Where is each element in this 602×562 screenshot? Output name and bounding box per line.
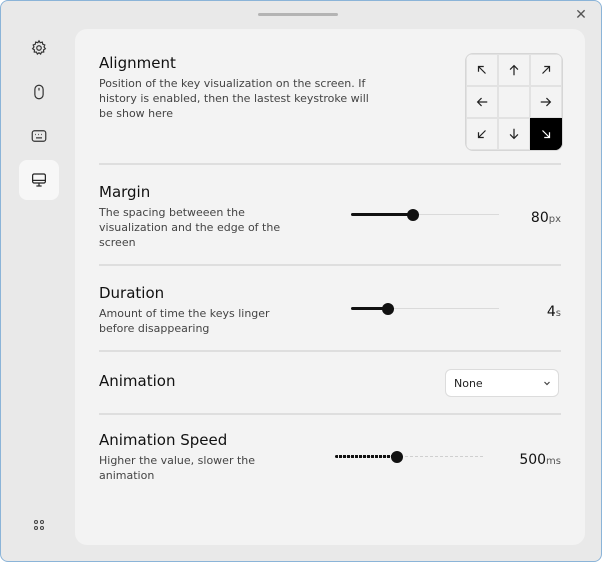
- divider: [99, 350, 561, 352]
- align-middle-left[interactable]: [466, 86, 498, 118]
- align-top-center[interactable]: [498, 54, 530, 86]
- duration-value-unit: s: [555, 308, 561, 319]
- align-bottom-center[interactable]: [498, 118, 530, 150]
- sidebar-item-display[interactable]: [19, 160, 59, 200]
- align-top-left[interactable]: [466, 54, 498, 86]
- close-button[interactable]: ✕: [573, 7, 589, 23]
- margin-value: 80px: [505, 207, 561, 226]
- arrow-up-icon: [509, 64, 519, 76]
- duration-description: Amount of time the keys linger before di…: [99, 307, 270, 335]
- duration-value-number: 4: [546, 304, 556, 320]
- align-bottom-right[interactable]: [530, 118, 562, 150]
- slider-knob[interactable]: [382, 303, 394, 315]
- animation-select[interactable]: None: [445, 369, 559, 397]
- animation-select-value: None: [454, 377, 483, 390]
- drag-handle[interactable]: [258, 13, 338, 16]
- duration-slider[interactable]: [351, 302, 499, 316]
- align-middle-right[interactable]: [530, 86, 562, 118]
- arrow-up-right-icon: [542, 65, 551, 74]
- duration-title: Duration: [99, 284, 165, 302]
- align-center[interactable]: [498, 86, 530, 118]
- divider: [99, 264, 561, 266]
- animation-speed-value-number: 500: [519, 452, 547, 468]
- margin-slider[interactable]: [351, 208, 499, 222]
- animation-speed-title: Animation Speed: [99, 431, 228, 449]
- alignment-description: Position of the key visualization on the…: [99, 77, 369, 120]
- arrow-right-icon: [540, 97, 552, 107]
- arrow-down-left-icon: [477, 130, 486, 139]
- arrow-up-left-icon: [477, 65, 486, 74]
- settings-panel: Alignment Position of the key visualizat…: [75, 29, 585, 545]
- alignment-grid: [465, 53, 563, 151]
- animation-speed-value: 500ms: [491, 449, 561, 468]
- margin-value-unit: px: [548, 214, 561, 225]
- divider: [99, 163, 561, 165]
- margin-value-number: 80: [530, 210, 549, 226]
- chevron-down-icon: [544, 381, 550, 386]
- keyboard-icon: [31, 130, 47, 142]
- sidebar-apps-button[interactable]: [19, 505, 59, 545]
- slider-fill: [335, 455, 398, 458]
- sidebar-item-mouse[interactable]: [19, 72, 59, 112]
- animation-speed-slider[interactable]: [335, 450, 483, 464]
- align-top-right[interactable]: [530, 54, 562, 86]
- arrow-down-right-icon: [542, 130, 551, 139]
- arrow-left-icon: [476, 97, 488, 107]
- align-bottom-left[interactable]: [466, 118, 498, 150]
- animation-speed-value-unit: ms: [546, 456, 561, 467]
- gear-icon: [31, 39, 47, 56]
- sidebar-item-keyboard[interactable]: [19, 116, 59, 156]
- animation-speed-description: Higher the value, slower the animation: [99, 454, 256, 482]
- divider: [99, 413, 561, 415]
- slider-knob[interactable]: [391, 451, 404, 463]
- margin-description: The spacing betweeen the visualization a…: [99, 206, 281, 249]
- slider-knob[interactable]: [407, 209, 420, 221]
- settings-window: ✕ Alignment Position of the key visualiz…: [0, 0, 602, 562]
- close-icon: ✕: [575, 7, 587, 23]
- monitor-icon: [32, 173, 46, 187]
- margin-title: Margin: [99, 183, 151, 201]
- mouse-icon: [34, 84, 44, 100]
- grid-dots-icon: [33, 519, 45, 531]
- arrow-down-icon: [509, 128, 519, 140]
- sidebar-item-settings[interactable]: [19, 28, 59, 68]
- slider-fill: [351, 213, 414, 216]
- duration-value: 4s: [505, 301, 561, 320]
